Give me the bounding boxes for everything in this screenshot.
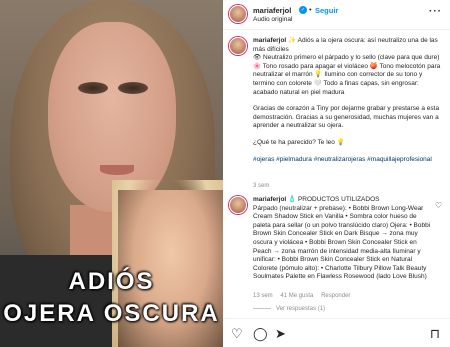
caption-line3: 🌸 Tono rosado para apagar el violáceo 🍑 … <box>253 62 441 96</box>
caption-time: 3 sem <box>253 183 270 189</box>
comment-icon[interactable]: ◯ <box>253 326 268 342</box>
follow-button[interactable]: Seguir <box>315 6 338 15</box>
share-icon[interactable]: ➤ <box>275 326 286 342</box>
comment-avatar[interactable] <box>229 196 247 214</box>
author-avatar[interactable] <box>229 5 247 23</box>
comment-heading: 🧴 PRODUCTOS UTILIZADOS <box>288 196 380 203</box>
comment-text: Párpado (neutralizar + prebase): • Bobbi… <box>253 204 431 281</box>
comment-body: mariaferjol 🧴 PRODUCTOS UTILIZADOS Párpa… <box>253 196 433 282</box>
model-right-eye <box>118 82 148 94</box>
reel-video[interactable]: ADIÓS OJERA OSCURA <box>0 0 223 347</box>
comment-like-icon[interactable]: ♡ <box>435 201 442 210</box>
video-overlay-title-line2: OJERA OSCURA <box>3 300 220 327</box>
view-replies[interactable]: Ver respuestas (1) <box>253 306 325 312</box>
caption-username[interactable]: mariaferjol <box>253 37 286 44</box>
actions-divider <box>223 318 450 319</box>
verified-badge-icon: ✓ <box>299 6 307 14</box>
comments-scroll[interactable]: mariaferjol ✨ Adiós a la ojera oscura: a… <box>223 31 450 316</box>
comment-reply-button[interactable]: Responder <box>321 293 350 299</box>
replies-line <box>253 307 271 309</box>
caption-line4: Gracias de corazón a Tiny por dejarme gr… <box>253 105 440 130</box>
author-username[interactable]: mariaferjol <box>253 6 291 15</box>
caption-hashtags[interactable]: #ojeras #pielmadura #neutralizarojeras #… <box>253 156 443 165</box>
comment-meta: 13 sem 41 Me gusta Responder <box>253 293 356 299</box>
post-header: mariaferjol ✓ • Seguir Audio original ··… <box>223 0 450 30</box>
comment-time: 13 sem <box>253 293 273 299</box>
comment-username[interactable]: mariaferjol <box>253 196 286 203</box>
video-overlay-title-line1: ADIÓS <box>68 268 155 295</box>
more-options-icon[interactable]: ··· <box>429 6 442 17</box>
caption-body: mariaferjol ✨ Adiós a la ojera oscura: a… <box>253 37 443 164</box>
model-left-eye <box>78 82 108 94</box>
caption-line2: 👁 Neutralizo primero el párpado y lo sel… <box>253 54 440 62</box>
comment-likes[interactable]: 41 Me gusta <box>280 293 313 299</box>
post-actions: ♡ ◯ ➤ ⊓ <box>223 320 450 347</box>
caption-avatar[interactable] <box>229 37 247 55</box>
view-replies-label[interactable]: Ver respuestas (1) <box>276 306 325 312</box>
caption-line5: ¿Qué te ha parecido? Te leo 💡 <box>253 138 345 146</box>
header-separator: • <box>309 5 312 14</box>
caption-meta: 3 sem <box>253 183 275 189</box>
post-panel: mariaferjol ✓ • Seguir Audio original ··… <box>223 0 450 347</box>
heart-icon[interactable]: ♡ <box>231 326 243 342</box>
bookmark-icon[interactable]: ⊓ <box>430 326 440 342</box>
audio-label[interactable]: Audio original <box>253 16 292 23</box>
model-mouth <box>100 165 134 175</box>
